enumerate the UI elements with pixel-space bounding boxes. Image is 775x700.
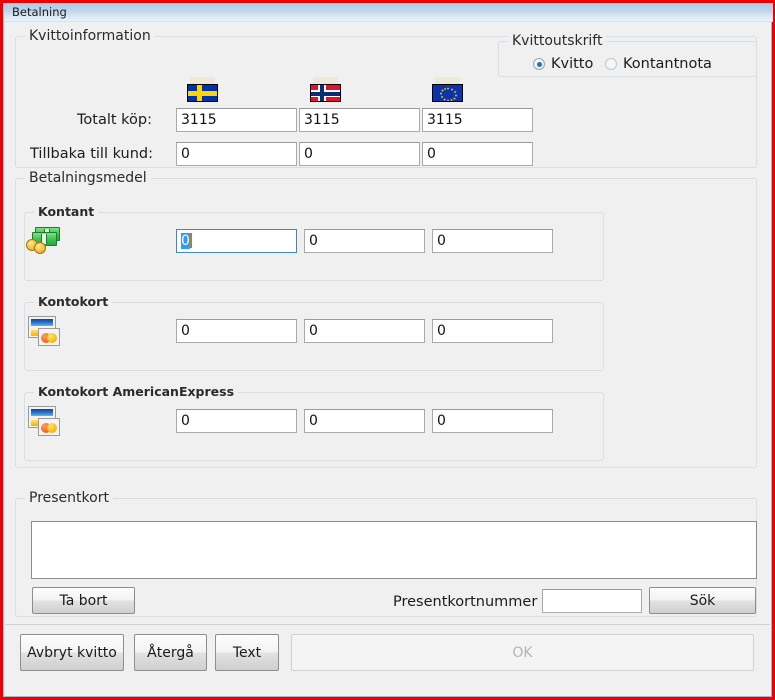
text-button[interactable]: Text (215, 634, 279, 671)
credit-card-icon (28, 316, 64, 348)
cash-input-sek[interactable]: 0 (176, 229, 297, 253)
back-button[interactable]: Återgå (134, 634, 207, 671)
eu-flag-icon (432, 77, 463, 102)
window-client-area: Betalning Kvittoinformation Totalt köp: … (3, 3, 773, 697)
change-to-customer-input-nok[interactable]: 0 (299, 142, 420, 166)
radio-kontantnota-label: Kontantnota (623, 56, 712, 72)
window-title: Betalning (12, 5, 67, 19)
amex-input-sek[interactable]: 0 (176, 409, 297, 433)
card-blue-band (31, 319, 53, 326)
flag-stripe-horizontal (188, 91, 217, 96)
radio-kontantnota-indicator[interactable] (605, 58, 617, 70)
gift-card-number-input[interactable] (542, 589, 642, 613)
total-purchase-input-nok[interactable]: 3115 (299, 108, 420, 132)
amex-input-eur[interactable]: 0 (432, 409, 553, 433)
change-to-customer-input-sek[interactable]: 0 (176, 142, 297, 166)
receipt-print-title: Kvittoutskrift (508, 33, 607, 49)
payment-means-title: Betalningsmedel (25, 170, 151, 186)
card-blue-band (31, 409, 53, 416)
flag-blue-horizontal (311, 91, 340, 96)
search-gift-card-button[interactable]: Sök (649, 587, 756, 614)
radio-kontantnota[interactable]: Kontantnota (605, 56, 712, 72)
flag-banner-top (190, 77, 215, 84)
sweden-flag-icon (187, 77, 218, 102)
credit-card-input-sek[interactable]: 0 (176, 319, 297, 343)
total-purchase-input-sek[interactable]: 3115 (176, 108, 297, 132)
norway-flag-image (310, 84, 341, 102)
radio-kvitto-indicator[interactable] (533, 58, 545, 70)
coin-front (34, 242, 46, 254)
amex-title: Kontokort AmericanExpress (34, 384, 239, 400)
ok-button[interactable]: OK (291, 634, 754, 671)
change-to-customer-label: Tillbaka till kund: (30, 146, 154, 162)
total-purchase-label: Totalt köp: (77, 112, 152, 128)
footer-separator (5, 624, 770, 625)
eu-flag-image (432, 84, 463, 102)
title-bar: Betalning (4, 3, 773, 22)
gift-card-list[interactable] (31, 521, 757, 579)
credit-card-input-nok[interactable]: 0 (304, 319, 425, 343)
cash-input-sek-value: 0 (181, 233, 190, 249)
remove-gift-card-button[interactable]: Ta bort (32, 587, 135, 614)
radio-kvitto-label: Kvitto (551, 56, 594, 72)
mastercard-yellow-circle (47, 333, 57, 343)
change-to-customer-input-eur[interactable]: 0 (422, 142, 533, 166)
norway-flag-icon (310, 77, 341, 102)
receipt-info-title: Kvittoinformation (25, 28, 155, 44)
credit-card-title: Kontokort (34, 294, 113, 310)
cash-input-eur[interactable]: 0 (432, 229, 553, 253)
card-secondary (38, 418, 60, 436)
radio-kvitto[interactable]: Kvitto (533, 56, 593, 72)
flag-blue-vertical (320, 85, 324, 101)
credit-card-icon (28, 406, 64, 438)
cancel-receipt-button[interactable]: Avbryt kvitto (20, 634, 124, 671)
cash-title: Kontant (34, 204, 99, 220)
total-purchase-input-eur[interactable]: 3115 (422, 108, 533, 132)
card-secondary (38, 328, 60, 346)
flag-stripe-vertical (197, 85, 202, 101)
credit-card-input-eur[interactable]: 0 (432, 319, 553, 343)
payment-dialog-window: Betalning Kvittoinformation Totalt köp: … (0, 0, 775, 700)
gift-card-number-label: Presentkortnummer (393, 594, 538, 610)
flag-banner-top (313, 77, 338, 84)
gift-card-title: Presentkort (25, 490, 113, 506)
amex-input-nok[interactable]: 0 (304, 409, 425, 433)
cash-money-icon (26, 225, 62, 257)
sweden-flag-image (187, 84, 218, 102)
flag-banner-top (435, 77, 460, 84)
text-caret (189, 233, 192, 248)
cash-input-nok[interactable]: 0 (304, 229, 425, 253)
mastercard-yellow-circle (47, 423, 57, 433)
